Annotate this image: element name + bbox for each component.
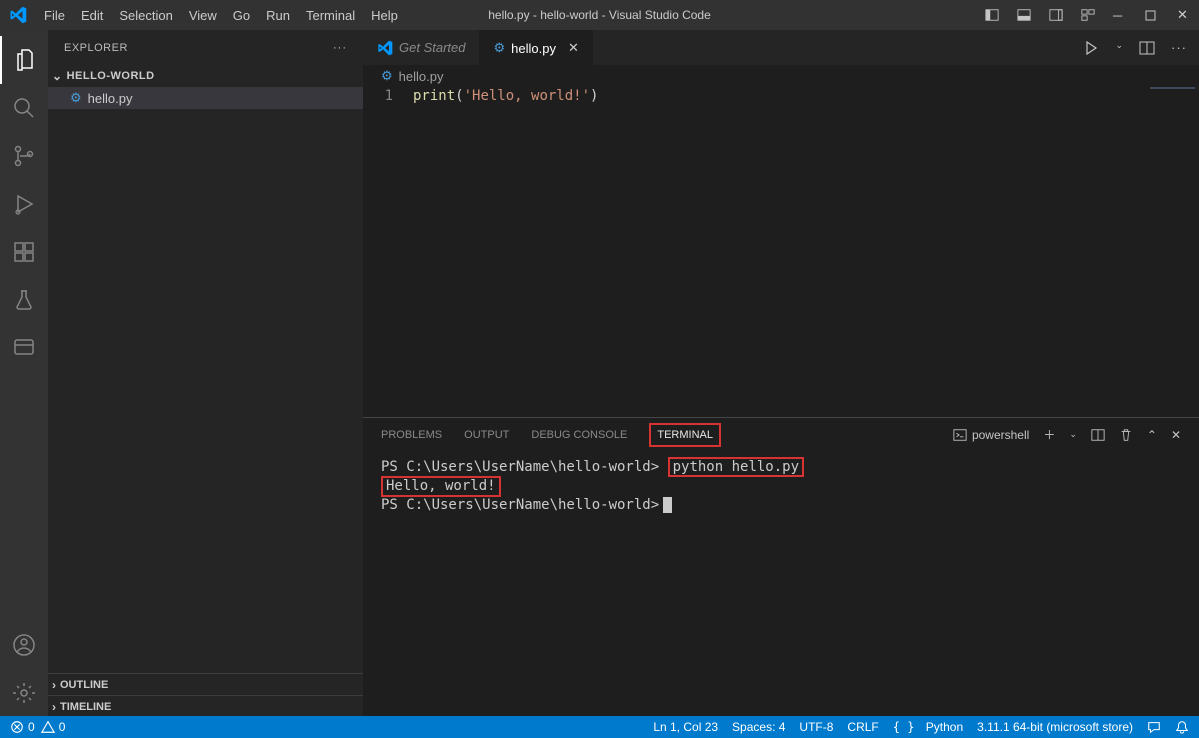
python-file-icon: ⚙ bbox=[493, 40, 505, 56]
menu-selection[interactable]: Selection bbox=[111, 4, 180, 27]
panel-tabs: PROBLEMS OUTPUT DEBUG CONSOLE TERMINAL p… bbox=[363, 418, 1199, 451]
editor-group: Get Started ⚙ hello.py ✕ ⌄ ··· ⚙ hello.p… bbox=[363, 30, 1199, 717]
status-language[interactable]: { } Python bbox=[893, 720, 963, 734]
minimize-button[interactable]: ─ bbox=[1113, 8, 1127, 23]
layout-panel-bottom-icon[interactable] bbox=[1017, 8, 1031, 22]
sidebar-more-icon[interactable]: ··· bbox=[333, 42, 347, 54]
chevron-down-icon: ⌄ bbox=[52, 69, 63, 83]
menu-bar: File Edit Selection View Go Run Terminal… bbox=[36, 4, 406, 27]
close-button[interactable]: ✕ bbox=[1177, 7, 1191, 23]
status-errors[interactable]: 0 bbox=[10, 720, 35, 734]
highlighted-output: Hello, world! bbox=[381, 476, 501, 497]
menu-run[interactable]: Run bbox=[258, 4, 298, 27]
window-title: hello.py - hello-world - Visual Studio C… bbox=[488, 8, 711, 22]
menu-edit[interactable]: Edit bbox=[73, 4, 111, 27]
panel-tab-debug[interactable]: DEBUG CONSOLE bbox=[531, 426, 627, 444]
breadcrumb[interactable]: ⚙ hello.py bbox=[363, 65, 1199, 87]
split-terminal-icon[interactable] bbox=[1091, 428, 1105, 442]
source-control-icon[interactable] bbox=[0, 132, 48, 180]
explorer-sidebar: EXPLORER ··· ⌄ HELLO-WORLD ⚙ hello.py › … bbox=[48, 30, 363, 717]
error-icon bbox=[10, 720, 24, 734]
split-editor-icon[interactable] bbox=[1139, 40, 1155, 56]
terminal-cursor bbox=[663, 497, 672, 513]
vscode-icon bbox=[377, 40, 393, 56]
status-encoding[interactable]: UTF-8 bbox=[799, 720, 833, 734]
status-bell-icon[interactable] bbox=[1175, 720, 1189, 734]
statusbar: 0 0 Ln 1, Col 23 Spaces: 4 UTF-8 CRLF { … bbox=[0, 716, 1199, 738]
highlighted-command: python hello.py bbox=[668, 457, 804, 477]
status-lncol[interactable]: Ln 1, Col 23 bbox=[653, 720, 718, 734]
tab-get-started[interactable]: Get Started bbox=[363, 30, 479, 65]
extensions-icon[interactable] bbox=[0, 228, 48, 276]
close-panel-icon[interactable]: ✕ bbox=[1171, 428, 1181, 442]
activity-bar bbox=[0, 30, 48, 717]
panel: PROBLEMS OUTPUT DEBUG CONSOLE TERMINAL p… bbox=[363, 417, 1199, 717]
timeline-section[interactable]: › TIMELINE bbox=[48, 695, 363, 717]
customize-layout-icon[interactable] bbox=[1081, 8, 1095, 22]
testing-icon[interactable] bbox=[0, 276, 48, 324]
menu-go[interactable]: Go bbox=[225, 4, 258, 27]
layout-panel-left-icon[interactable] bbox=[985, 8, 999, 22]
project-header[interactable]: ⌄ HELLO-WORLD bbox=[48, 65, 363, 87]
settings-gear-icon[interactable] bbox=[0, 669, 48, 717]
tab-bar: Get Started ⚙ hello.py ✕ ⌄ ··· bbox=[363, 30, 1199, 65]
vscode-logo-icon bbox=[8, 5, 28, 25]
panel-tab-output[interactable]: OUTPUT bbox=[464, 426, 509, 444]
line-number-gutter: 1 bbox=[363, 87, 413, 106]
panel-tab-problems[interactable]: PROBLEMS bbox=[381, 426, 442, 444]
status-spaces[interactable]: Spaces: 4 bbox=[732, 720, 785, 734]
status-eol[interactable]: CRLF bbox=[847, 720, 878, 734]
minimap[interactable] bbox=[1150, 87, 1195, 89]
menu-help[interactable]: Help bbox=[363, 4, 406, 27]
outline-section[interactable]: › OUTLINE bbox=[48, 673, 363, 695]
chevron-up-icon[interactable]: ⌃ bbox=[1147, 428, 1157, 442]
tab-hello-py[interactable]: ⚙ hello.py ✕ bbox=[479, 30, 592, 65]
file-item-hello[interactable]: ⚙ hello.py bbox=[48, 87, 363, 109]
accounts-icon[interactable] bbox=[0, 621, 48, 669]
panel-tab-terminal[interactable]: TERMINAL bbox=[649, 423, 721, 447]
search-icon[interactable] bbox=[0, 84, 48, 132]
warning-icon bbox=[41, 720, 55, 734]
python-file-icon: ⚙ bbox=[381, 68, 393, 84]
chevron-right-icon: › bbox=[52, 700, 56, 714]
terminal-output[interactable]: PS C:\Users\UserName\hello-world> python… bbox=[363, 451, 1199, 522]
sidebar-title: EXPLORER ··· bbox=[48, 30, 363, 65]
remote-icon[interactable] bbox=[0, 324, 48, 372]
menu-terminal[interactable]: Terminal bbox=[298, 4, 363, 27]
titlebar: File Edit Selection View Go Run Terminal… bbox=[0, 0, 1199, 30]
editor-more-icon[interactable]: ··· bbox=[1171, 40, 1187, 56]
trash-icon[interactable] bbox=[1119, 428, 1133, 442]
chevron-right-icon: › bbox=[52, 678, 56, 692]
new-terminal-icon[interactable]: ＋ bbox=[1043, 426, 1055, 443]
terminal-icon bbox=[953, 428, 967, 442]
status-feedback-icon[interactable] bbox=[1147, 720, 1161, 734]
run-file-icon[interactable] bbox=[1083, 40, 1099, 56]
status-warnings[interactable]: 0 bbox=[41, 720, 66, 734]
explorer-icon[interactable] bbox=[0, 36, 48, 84]
menu-view[interactable]: View bbox=[181, 4, 225, 27]
close-tab-icon[interactable]: ✕ bbox=[568, 40, 579, 56]
terminal-dropdown-icon[interactable]: ⌄ bbox=[1069, 429, 1077, 440]
status-interpreter[interactable]: 3.11.1 64-bit (microsoft store) bbox=[977, 720, 1133, 734]
maximize-button[interactable] bbox=[1145, 10, 1159, 21]
run-dropdown-icon[interactable]: ⌄ bbox=[1115, 40, 1123, 56]
run-debug-icon[interactable] bbox=[0, 180, 48, 228]
terminal-shell-label[interactable]: powershell bbox=[953, 428, 1029, 442]
python-file-icon: ⚙ bbox=[70, 90, 82, 106]
editor[interactable]: 1 print('Hello, world!') bbox=[363, 87, 1199, 106]
layout-panel-right-icon[interactable] bbox=[1049, 8, 1063, 22]
menu-file[interactable]: File bbox=[36, 4, 73, 27]
